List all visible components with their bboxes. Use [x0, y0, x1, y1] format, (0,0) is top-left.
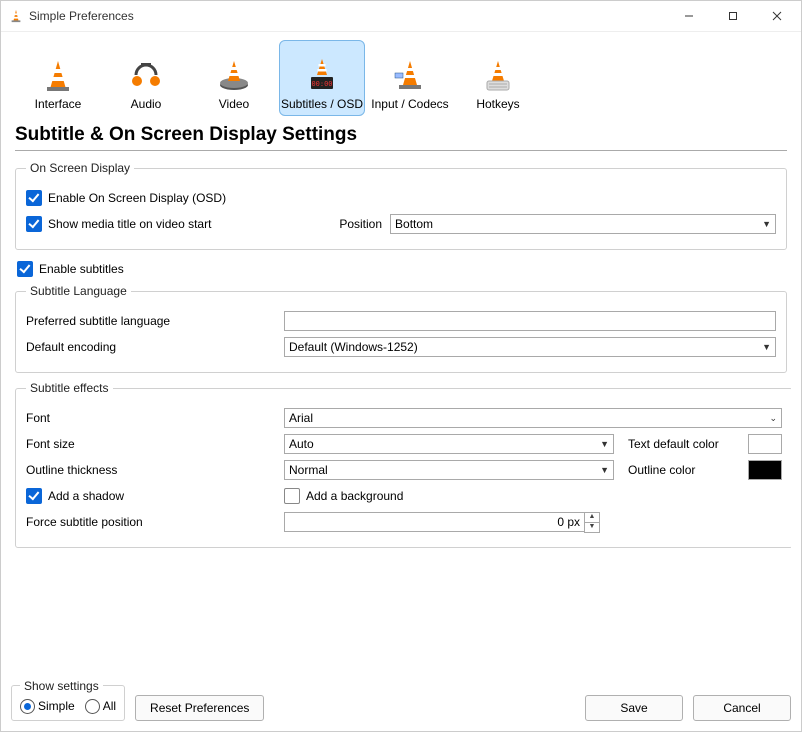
spinner-force-position[interactable]: ▲ ▼ — [284, 512, 600, 533]
maximize-button[interactable] — [711, 2, 755, 30]
save-button[interactable]: Save — [585, 695, 683, 721]
tab-input-codecs[interactable]: Input / Codecs — [367, 40, 453, 116]
chevron-down-icon: ▼ — [762, 342, 771, 352]
select-value: Default (Windows-1252) — [289, 340, 418, 354]
label-all: All — [103, 699, 116, 713]
label-force-position: Force subtitle position — [26, 515, 284, 529]
checkbox-enable-osd[interactable] — [26, 190, 42, 206]
color-text-default[interactable] — [748, 434, 782, 454]
chevron-down-icon: ▼ — [600, 439, 609, 449]
close-button[interactable] — [755, 2, 799, 30]
cancel-button[interactable]: Cancel — [693, 695, 791, 721]
select-value: Normal — [289, 463, 328, 477]
select-default-encoding[interactable]: Default (Windows-1252) ▼ — [284, 337, 776, 357]
checkbox-add-shadow[interactable] — [26, 488, 42, 504]
tab-subtitles[interactable]: 00:00 Subtitles / OSD — [279, 40, 365, 116]
spinner-down[interactable]: ▼ — [585, 523, 599, 532]
group-legend: Subtitle Language — [26, 284, 131, 298]
group-subtitle-effects: Subtitle effects Font Arial ⌄ Font size … — [15, 381, 791, 548]
video-icon — [217, 59, 251, 93]
group-legend: Show settings — [20, 679, 103, 693]
radio-all[interactable] — [85, 699, 100, 714]
tab-label: Input / Codecs — [371, 97, 448, 111]
minimize-button[interactable] — [667, 2, 711, 30]
footer: Show settings Simple All Reset Preferenc… — [1, 673, 801, 731]
tab-label: Audio — [131, 97, 162, 111]
label-outline-color: Outline color — [628, 463, 738, 477]
label-enable-subtitles: Enable subtitles — [39, 262, 124, 276]
color-outline[interactable] — [748, 460, 782, 480]
spinner-input[interactable] — [284, 512, 584, 532]
audio-icon — [129, 59, 163, 93]
tab-hotkeys[interactable]: Hotkeys — [455, 40, 541, 116]
chevron-down-icon: ▼ — [762, 219, 771, 229]
settings-body: On Screen Display Enable On Screen Displ… — [11, 161, 791, 673]
chevron-down-icon: ⌄ — [769, 413, 777, 424]
group-show-settings: Show settings Simple All — [11, 679, 125, 721]
select-value: Arial — [289, 411, 313, 425]
group-osd: On Screen Display Enable On Screen Displ… — [15, 161, 787, 250]
reset-preferences-button[interactable]: Reset Preferences — [135, 695, 264, 721]
content-area: Interface Audio Video 00:00 Subtitles / … — [1, 32, 801, 673]
group-legend: On Screen Display — [26, 161, 134, 175]
input-icon — [393, 59, 427, 93]
hotkeys-icon — [481, 59, 515, 93]
select-font[interactable]: Arial ⌄ — [284, 408, 782, 428]
checkbox-show-title[interactable] — [26, 216, 42, 232]
select-outline-thickness[interactable]: Normal ▼ — [284, 460, 614, 480]
input-preferred-language[interactable] — [284, 311, 776, 331]
group-legend: Subtitle effects — [26, 381, 113, 395]
titlebar: Simple Preferences — [1, 1, 801, 32]
category-tabs: Interface Audio Video 00:00 Subtitles / … — [11, 32, 791, 118]
radio-simple[interactable] — [20, 699, 35, 714]
label-add-shadow: Add a shadow — [48, 489, 124, 503]
label-font: Font — [26, 411, 284, 425]
select-value: Bottom — [395, 217, 433, 231]
label-text-default-color: Text default color — [628, 437, 738, 451]
label-enable-osd: Enable On Screen Display (OSD) — [48, 191, 226, 205]
label-font-size: Font size — [26, 437, 284, 451]
checkbox-enable-subtitles[interactable] — [17, 261, 33, 277]
subtitles-icon: 00:00 — [305, 59, 339, 93]
preferences-window: Simple Preferences Interface Audio Video… — [0, 0, 802, 732]
label-default-encoding: Default encoding — [26, 340, 284, 354]
interface-icon — [41, 59, 75, 93]
app-icon — [9, 9, 23, 23]
select-position[interactable]: Bottom ▼ — [390, 214, 776, 234]
label-outline-thickness: Outline thickness — [26, 463, 284, 477]
label-show-title: Show media title on video start — [48, 217, 211, 231]
tab-video[interactable]: Video — [191, 40, 277, 116]
tab-label: Subtitles / OSD — [281, 97, 363, 111]
select-font-size[interactable]: Auto ▼ — [284, 434, 614, 454]
select-value: Auto — [289, 437, 314, 451]
label-position: Position — [339, 217, 382, 231]
spinner-up[interactable]: ▲ — [585, 513, 599, 523]
tab-label: Hotkeys — [476, 97, 519, 111]
tab-label: Video — [219, 97, 249, 111]
window-title: Simple Preferences — [29, 9, 667, 23]
svg-text:00:00: 00:00 — [311, 80, 332, 88]
label-preferred-language: Preferred subtitle language — [26, 314, 284, 328]
checkbox-add-background[interactable] — [284, 488, 300, 504]
label-add-background: Add a background — [306, 489, 403, 503]
tab-interface[interactable]: Interface — [15, 40, 101, 116]
group-subtitle-language: Subtitle Language Preferred subtitle lan… — [15, 284, 787, 373]
label-simple: Simple — [38, 699, 75, 713]
page-title: Subtitle & On Screen Display Settings — [15, 124, 787, 146]
separator — [15, 150, 787, 151]
tab-label: Interface — [35, 97, 82, 111]
chevron-down-icon: ▼ — [600, 465, 609, 475]
tab-audio[interactable]: Audio — [103, 40, 189, 116]
